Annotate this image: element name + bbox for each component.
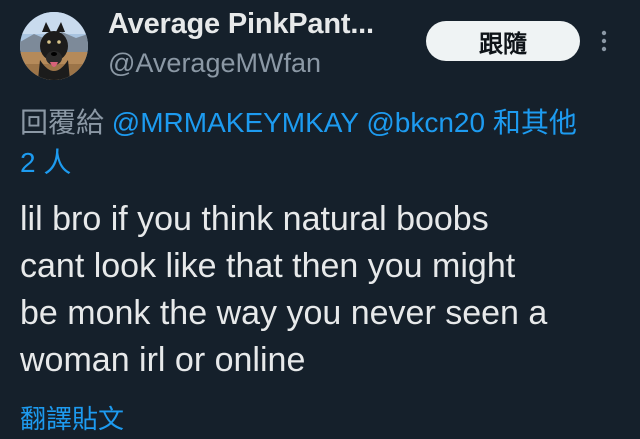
user-handle[interactable]: @AverageMWfan: [108, 48, 321, 79]
translate-post-link[interactable]: 翻譯貼文: [20, 399, 124, 436]
reply-context: 回覆給 @MRMAKEYMKAY @bkcn20 和其他: [20, 102, 640, 144]
others-count-link[interactable]: 2 人: [20, 142, 71, 184]
tweet-text-line: be monk the way you never seen a: [20, 294, 548, 332]
tweet-text: lil bro if you think natural boobs cant …: [20, 196, 625, 384]
mention-link[interactable]: @MRMAKEYMKAY: [112, 107, 359, 138]
tweet-text-line: woman irl or online: [20, 341, 306, 379]
tweet-view: Average PinkPant... @AverageMWfan 跟隨 回覆給…: [0, 0, 640, 439]
more-vertical-icon[interactable]: [596, 27, 612, 55]
mention-link[interactable]: @bkcn20: [366, 107, 485, 138]
display-name[interactable]: Average PinkPant...: [108, 8, 374, 41]
tweet-text-line: cant look like that then you might: [20, 247, 516, 285]
tweet-text-line: lil bro if you think natural boobs: [20, 200, 489, 238]
avatar[interactable]: [20, 12, 88, 80]
dog-avatar-icon: [20, 12, 88, 80]
others-link[interactable]: 和其他: [493, 107, 577, 138]
follow-button[interactable]: 跟隨: [426, 21, 580, 61]
reply-prefix: 回覆給: [20, 107, 105, 138]
